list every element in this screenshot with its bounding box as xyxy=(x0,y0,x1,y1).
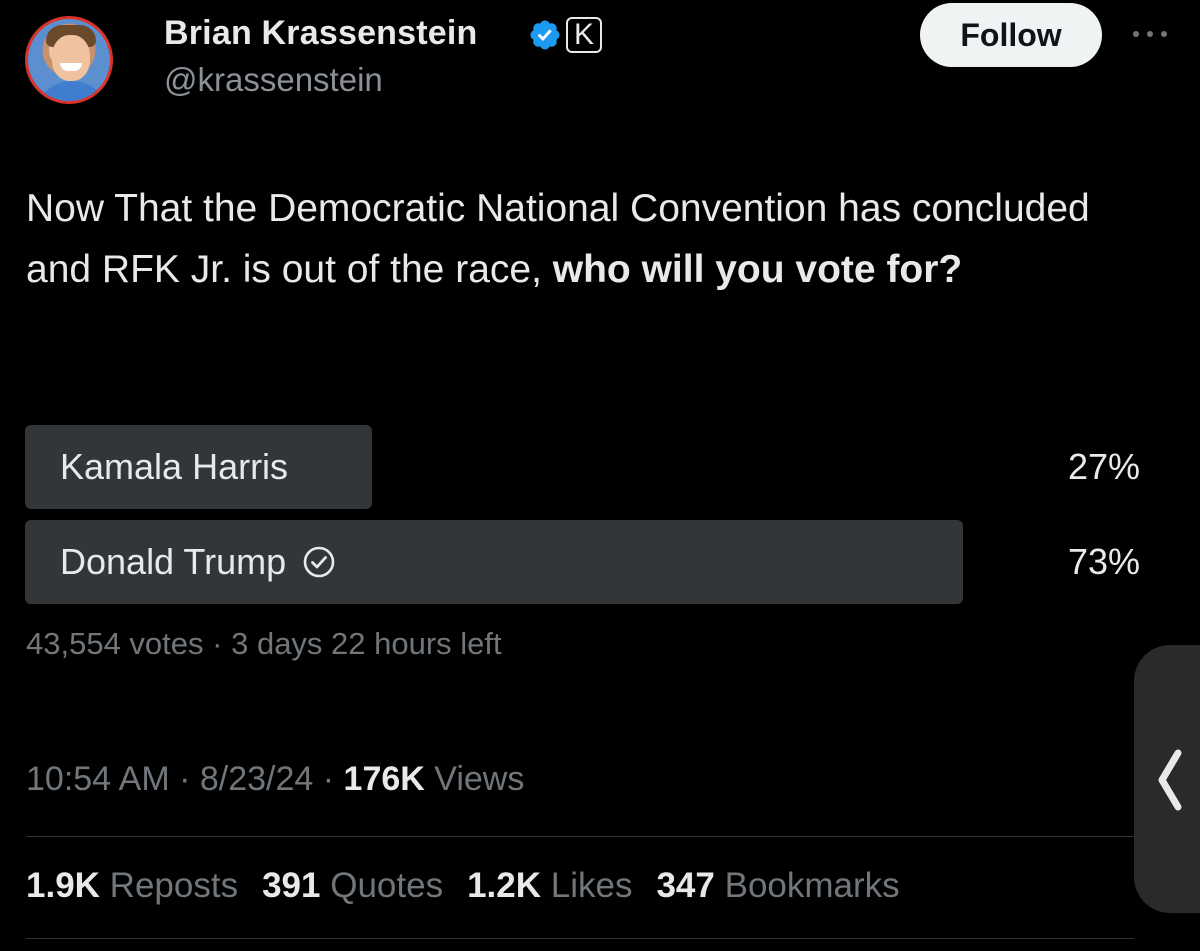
poll-votes: 43,554 votes xyxy=(26,626,204,661)
views-label: Views xyxy=(434,760,525,798)
follow-button[interactable]: Follow xyxy=(920,3,1102,67)
tweet-timestamp[interactable]: 10:54 AM · 8/23/24 · 176K Views xyxy=(26,760,524,799)
chevron-left-icon[interactable] xyxy=(1150,745,1190,815)
poll-time-left: 3 days 22 hours left xyxy=(231,626,502,661)
avatar[interactable] xyxy=(25,16,113,104)
poll-meta: 43,554 votes · 3 days 22 hours left xyxy=(26,626,502,662)
poll-option-kamala-harris: Kamala Harris 27% xyxy=(25,425,1145,509)
divider xyxy=(26,938,1134,939)
poll-option-percent: 73% xyxy=(1067,541,1140,582)
more-horizontal-icon[interactable] xyxy=(1128,24,1172,44)
tweet-time: 10:54 AM xyxy=(26,760,170,798)
poll-option-label: Kamala Harris xyxy=(60,446,289,487)
engagement-stats: 1.9K Reposts 391 Quotes 1.2K Likes 347 B… xyxy=(26,866,900,906)
stat-likes[interactable]: 1.2K Likes xyxy=(467,866,632,906)
poll-option-label: Donald Trump xyxy=(60,541,287,582)
tweet-text-bold: who will you vote for? xyxy=(552,248,963,291)
author-display-name[interactable]: Brian Krassenstein xyxy=(164,14,478,53)
selected-check-icon xyxy=(303,546,335,578)
separator: · xyxy=(203,626,232,661)
author-handle[interactable]: @krassenstein xyxy=(164,61,383,99)
tweet-text: Now That the Democratic National Convent… xyxy=(26,178,1136,300)
stat-bookmarks[interactable]: 347 Bookmarks xyxy=(656,866,899,906)
verified-badge-icon xyxy=(530,20,560,50)
tweet-date: 8/23/24 xyxy=(199,760,314,798)
stat-quotes[interactable]: 391 Quotes xyxy=(262,866,443,906)
views-count: 176K xyxy=(343,760,425,798)
stat-reposts[interactable]: 1.9K Reposts xyxy=(26,866,238,906)
poll-option-percent: 27% xyxy=(1067,446,1140,487)
poll-option-donald-trump: Donald Trump 73% xyxy=(25,520,1145,604)
affiliate-badge: K xyxy=(566,17,602,53)
divider xyxy=(26,836,1134,837)
